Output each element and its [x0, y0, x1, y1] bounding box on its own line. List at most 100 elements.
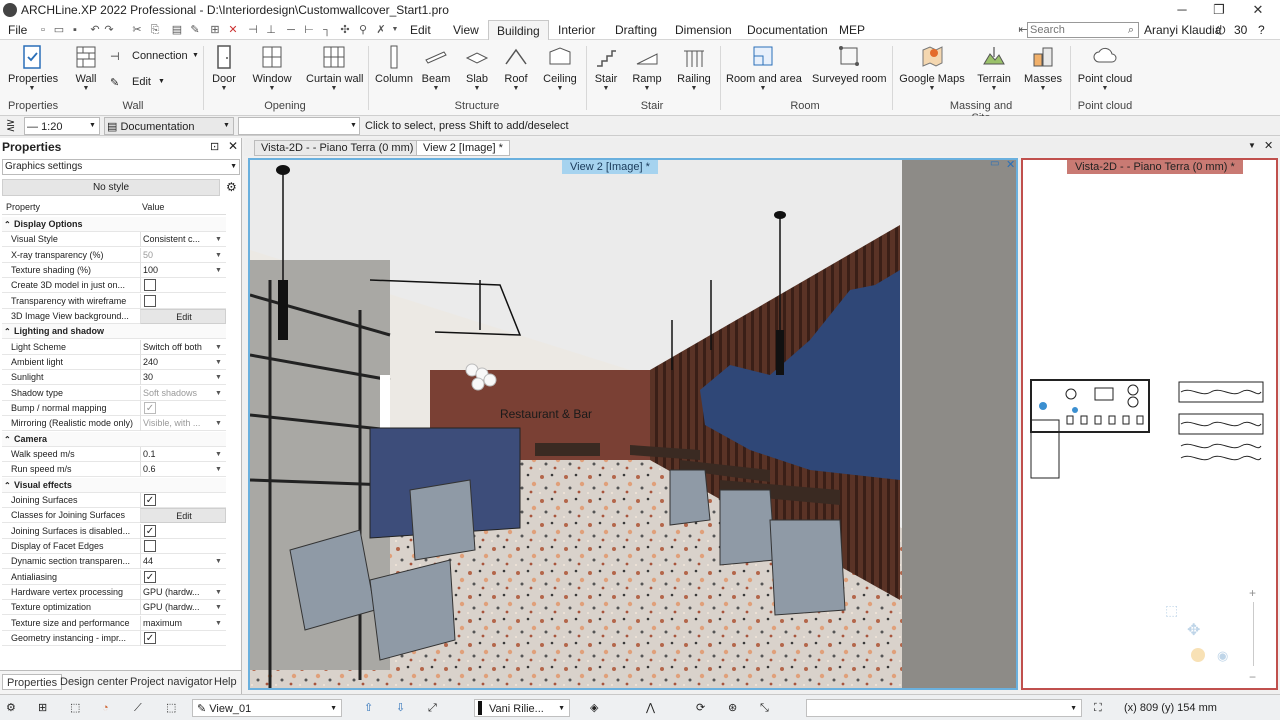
- view-cube-icon[interactable]: ⬚: [1165, 602, 1178, 619]
- property-value[interactable]: 0.1 ▼: [140, 446, 226, 462]
- property-value[interactable]: GPU (hardw... ▼: [140, 600, 226, 616]
- 2d-plan-view[interactable]: Vista-2D - - Piano Terra (0 mm) * ⬚ ✥ ◉ …: [1021, 158, 1278, 690]
- property-checkbox[interactable]: ✓: [140, 569, 226, 585]
- qa-more-icon[interactable]: ▼: [388, 23, 402, 37]
- dropdown-chevron-icon[interactable]: ▼: [213, 248, 224, 262]
- corner-icon[interactable]: ┐: [320, 23, 334, 37]
- navigation-widget[interactable]: ⬚ ✥ ◉: [1155, 596, 1247, 686]
- tab-design-center[interactable]: Design center: [60, 674, 128, 690]
- walk-icon[interactable]: ⚲: [356, 23, 370, 37]
- dropdown-chevron-icon[interactable]: ▼: [213, 370, 224, 384]
- property-value[interactable]: 0.6 ▼: [140, 462, 226, 478]
- property-checkbox[interactable]: ✓: [140, 492, 226, 508]
- restore-icon[interactable]: ❐: [1201, 0, 1237, 20]
- tab-dimension[interactable]: Dimension: [675, 20, 732, 40]
- pin-icon[interactable]: ⊡: [210, 140, 219, 153]
- arrow-down-icon[interactable]: ⇩: [396, 699, 405, 717]
- tabs-close-icon[interactable]: ✕: [1264, 139, 1273, 152]
- grid-icon[interactable]: ⊞: [38, 699, 47, 717]
- search-input[interactable]: [1027, 22, 1139, 38]
- fit-view-icon[interactable]: ⛶: [1094, 699, 1102, 717]
- property-section[interactable]: ⌃ Display Options: [2, 217, 226, 232]
- save-icon[interactable]: ▪: [68, 23, 82, 37]
- layer-select[interactable]: Vani Rilie... ▼: [474, 699, 570, 717]
- command-input[interactable]: ▼: [806, 699, 1082, 717]
- select-icon[interactable]: ⬚: [166, 699, 176, 717]
- 3d-view[interactable]: Restaurant & Bar View 2 [Image] * ▭ ✕: [248, 158, 1018, 690]
- room-and-area-button[interactable]: Room and area ▼: [726, 44, 802, 93]
- cut-icon[interactable]: ✂: [130, 23, 144, 37]
- tab-view[interactable]: View: [453, 20, 479, 40]
- property-value[interactable]: Visible, with ... ▼: [140, 416, 226, 432]
- line-icon[interactable]: ─: [284, 23, 298, 37]
- tabs-dropdown-icon[interactable]: ▼: [1248, 141, 1256, 150]
- tab-vista-2d[interactable]: Vista-2D - - Piano Terra (0 mm) *: [254, 140, 428, 156]
- height-icon[interactable]: ⤢: [428, 699, 437, 717]
- settings-icon[interactable]: ⚙: [6, 699, 16, 717]
- panel-close-icon[interactable]: ✕: [228, 139, 238, 153]
- property-value[interactable]: 30 ▼: [140, 370, 226, 386]
- zoom-slider[interactable]: + −: [1245, 586, 1263, 686]
- dropdown-chevron-icon[interactable]: ▼: [213, 355, 224, 369]
- point-cloud-button[interactable]: Point cloud ▼: [1076, 44, 1134, 93]
- tab-project-navigator[interactable]: Project navigator: [130, 674, 213, 690]
- masses-button[interactable]: Masses ▼: [1024, 44, 1062, 93]
- settings-gear-icon[interactable]: ⚙: [226, 180, 237, 194]
- collapse-icon[interactable]: ⌃: [4, 432, 11, 447]
- layer-select[interactable]: [238, 117, 360, 135]
- railing-button[interactable]: Railing ▼: [676, 44, 712, 93]
- layers-icon[interactable]: ◈: [590, 699, 598, 717]
- property-value[interactable]: maximum ▼: [140, 615, 226, 631]
- property-value[interactable]: Switch off both ▼: [140, 339, 226, 355]
- property-edit-button[interactable]: Edit: [140, 308, 226, 324]
- properties-button[interactable]: Properties ▼: [8, 44, 58, 93]
- view-select[interactable]: ✎ View_01 ▼: [192, 699, 342, 717]
- snap-magnet-icon[interactable]: ◔: [102, 699, 109, 717]
- google-maps-button[interactable]: Google Maps ▼: [898, 44, 966, 93]
- collapse-icon[interactable]: ⌃: [4, 478, 11, 493]
- tab-drafting[interactable]: Drafting: [615, 20, 657, 40]
- collapse-icon[interactable]: ⌃: [4, 217, 11, 232]
- property-value[interactable]: 50 ▼: [140, 247, 226, 263]
- property-value[interactable]: 240 ▼: [140, 354, 226, 370]
- tab-documentation[interactable]: Documentation: [747, 20, 828, 40]
- property-checkbox[interactable]: ✓: [140, 523, 226, 539]
- property-checkbox[interactable]: ✓: [140, 400, 226, 416]
- slab-button[interactable]: Slab ▼: [462, 44, 492, 93]
- close-window-icon[interactable]: ✕: [1240, 0, 1276, 20]
- dropdown-chevron-icon[interactable]: ▼: [213, 232, 224, 246]
- connect-icon[interactable]: ⤡: [760, 699, 769, 717]
- paste-icon[interactable]: ▤: [170, 23, 184, 37]
- rotate-icon[interactable]: ⟳: [696, 699, 705, 717]
- search-icon[interactable]: ⌕: [1124, 23, 1138, 37]
- graphics-settings-select[interactable]: Graphics settings ▼: [2, 159, 240, 175]
- compass-icon[interactable]: ⋀: [646, 699, 655, 717]
- wall-button[interactable]: Wall ▼: [72, 44, 100, 93]
- tab-help[interactable]: Help: [214, 674, 237, 690]
- arrow-up-icon[interactable]: ⇧: [364, 699, 373, 717]
- dropdown-chevron-icon[interactable]: ▼: [213, 263, 224, 277]
- style-select[interactable]: ▤ Documentation: [104, 117, 234, 135]
- dropdown-chevron-icon[interactable]: ▼: [213, 447, 224, 461]
- dropdown-chevron-icon[interactable]: ▼: [213, 600, 224, 614]
- tab-mep[interactable]: MEP: [839, 20, 865, 40]
- property-checkbox[interactable]: [140, 293, 226, 309]
- dropdown-chevron-icon[interactable]: ▼: [213, 585, 224, 599]
- dropdown-chevron-icon[interactable]: ▼: [213, 554, 224, 568]
- extend-icon[interactable]: ⊢: [302, 23, 316, 37]
- tools-icon[interactable]: ✗: [374, 23, 388, 37]
- draw-icon[interactable]: ⟋: [134, 699, 142, 717]
- property-section[interactable]: ⌃ Lighting and shadow: [2, 324, 226, 340]
- offset-icon[interactable]: ⊣: [246, 23, 260, 37]
- scale-chevron-icon[interactable]: ▼: [89, 117, 96, 135]
- undo-icon[interactable]: ↶: [88, 23, 102, 37]
- column-button[interactable]: Column: [374, 44, 414, 85]
- trim-icon[interactable]: ⊥: [264, 23, 278, 37]
- tab-edit[interactable]: Edit: [410, 20, 431, 40]
- snap-icon[interactable]: ⊞: [208, 23, 222, 37]
- property-value[interactable]: GPU (hardw... ▼: [140, 584, 226, 600]
- frame-icon[interactable]: ⬚: [70, 699, 80, 717]
- property-value[interactable]: Consistent c... ▼: [140, 232, 226, 248]
- no-style-button[interactable]: No style: [2, 179, 220, 196]
- brush-icon[interactable]: ✎: [188, 23, 202, 37]
